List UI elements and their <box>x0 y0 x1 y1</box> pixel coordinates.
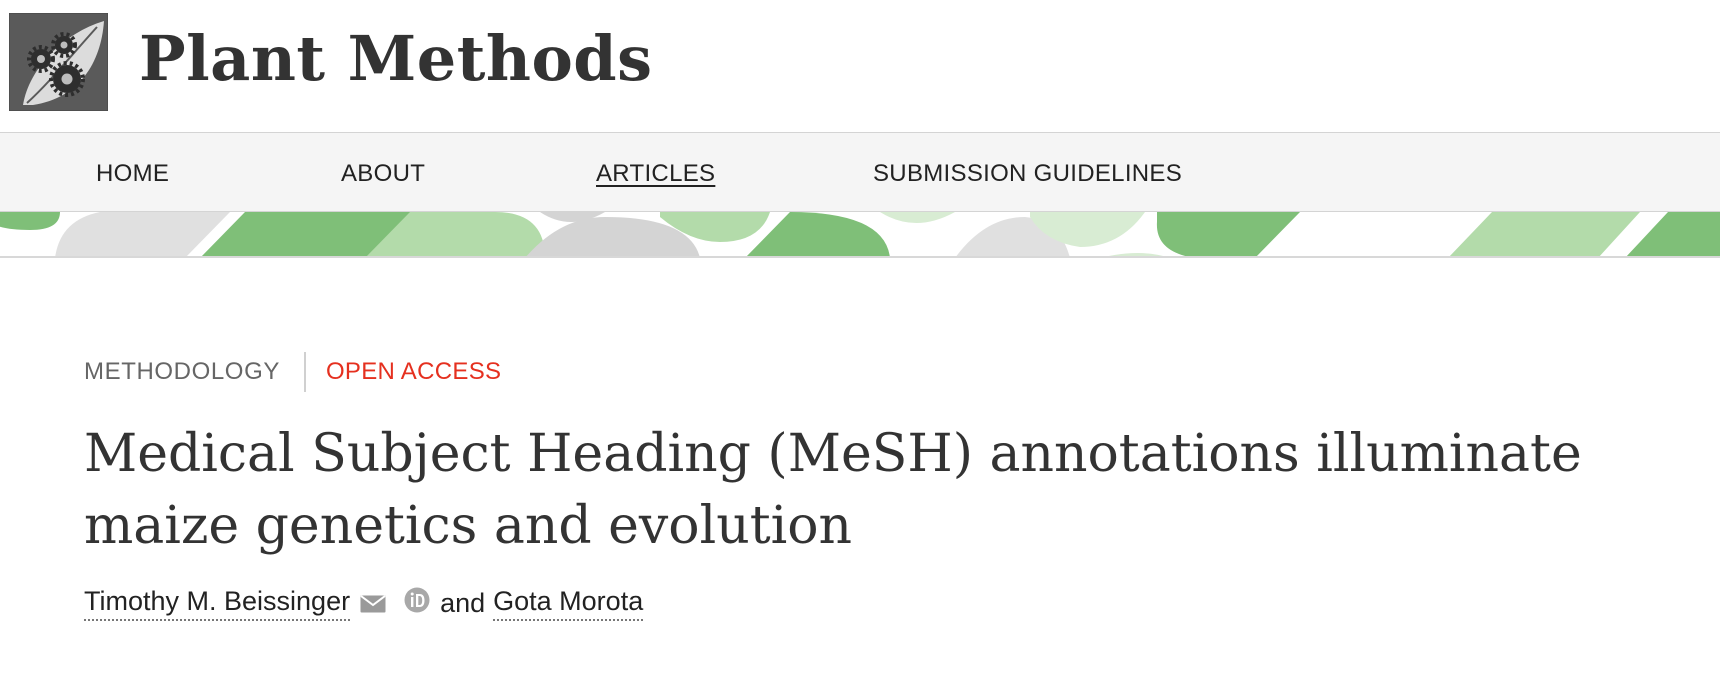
article-type-label: METHODOLOGY <box>84 352 306 392</box>
author-link-beissinger[interactable]: Timothy M. Beissinger <box>84 586 351 621</box>
site-header: Plant Methods <box>0 0 1720 132</box>
nav-submission-guidelines[interactable]: SUBMISSION GUIDELINES <box>873 160 1182 188</box>
main-navigation: HOME ABOUT ARTICLES SUBMISSION GUIDELINE… <box>0 132 1720 212</box>
authors-conjunction: and <box>440 588 486 618</box>
orcid-icon[interactable] <box>404 587 430 613</box>
article-title: Medical Subject Heading (MeSH) annotatio… <box>84 424 1582 556</box>
decorative-banner <box>0 212 1720 258</box>
author-link-morota[interactable]: Gota Morota <box>493 586 644 621</box>
nav-home[interactable]: HOME <box>96 160 169 188</box>
open-access-badge: OPEN ACCESS <box>325 358 502 385</box>
article-meta: METHODOLOGY OPEN ACCESS <box>84 352 502 392</box>
nav-articles[interactable]: ARTICLES <box>596 160 715 188</box>
site-title[interactable]: Plant Methods <box>139 22 653 96</box>
author-list: Timothy M. Beissinger and Gota Morota <box>84 586 644 621</box>
nav-about[interactable]: ABOUT <box>341 160 425 188</box>
banner-pattern <box>0 212 1720 256</box>
mail-icon[interactable] <box>360 594 386 613</box>
gears-leaf-logo-icon[interactable] <box>9 13 108 111</box>
